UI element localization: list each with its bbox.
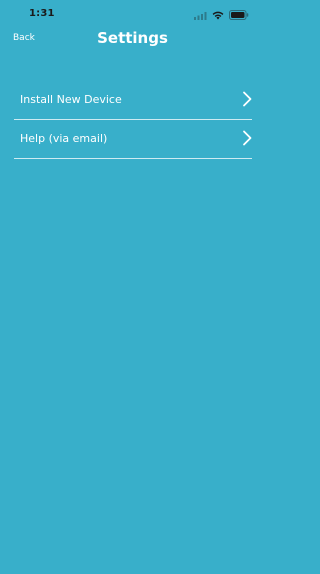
menu-item-label: Help (via email) — [20, 132, 108, 145]
status-time: 1:31 — [29, 8, 55, 19]
settings-menu-list: Install New Device Help (via email) — [14, 81, 252, 159]
wifi-icon — [212, 5, 224, 24]
signal-icon — [194, 5, 207, 24]
menu-item-help-via-email[interactable]: Help (via email) — [14, 120, 252, 159]
chevron-right-icon — [242, 91, 252, 107]
status-bar: 1:31 — [0, 0, 265, 22]
battery-icon — [229, 5, 249, 24]
menu-item-install-new-device[interactable]: Install New Device — [14, 81, 252, 120]
page-title: Settings — [97, 29, 168, 47]
status-icons — [194, 9, 249, 20]
navigation-bar: Back Settings — [0, 22, 265, 58]
chevron-right-icon — [242, 130, 252, 146]
menu-item-label: Install New Device — [20, 93, 122, 106]
